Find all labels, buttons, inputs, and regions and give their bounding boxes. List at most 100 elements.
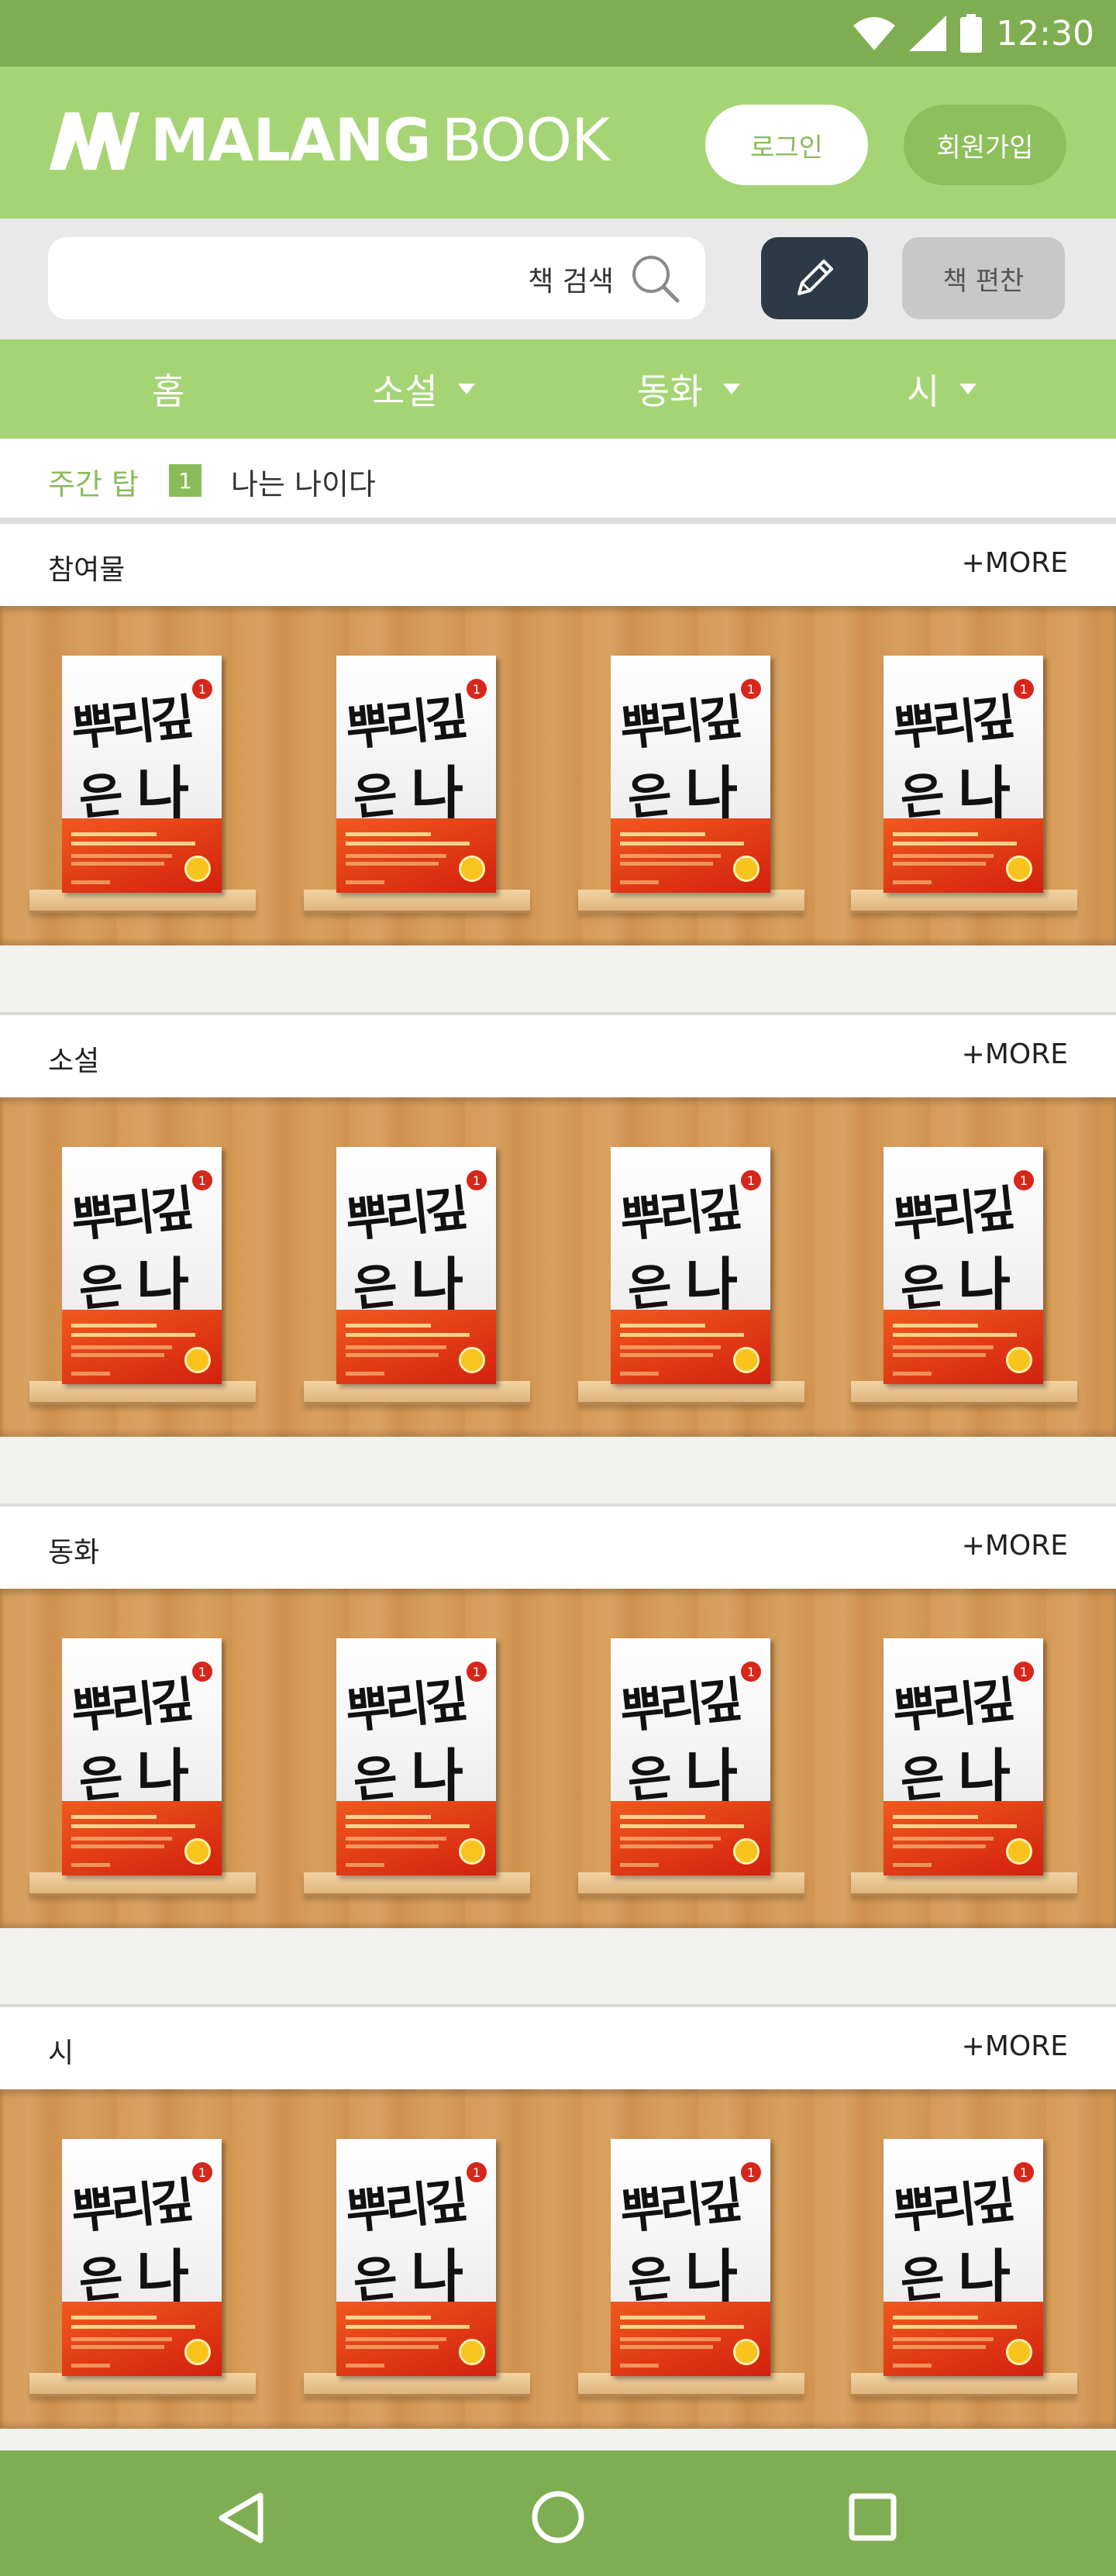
cover-text-line xyxy=(893,862,986,866)
book-volume-badge: 1 xyxy=(741,1170,761,1190)
nav-novel[interactable]: 소설 xyxy=(372,339,475,439)
cover-text-line xyxy=(346,832,431,836)
shelf-plank xyxy=(578,1381,804,1404)
book-cover-top: 뿌리깊은나무1 xyxy=(62,2139,222,2376)
shelf-plank xyxy=(304,1872,530,1896)
book-cover[interactable]: 뿌리깊은나무1 xyxy=(884,2139,1043,2376)
status-icons: 12:30 xyxy=(853,11,1094,56)
book-shelf: 뿌리깊은나무1 뿌리깊은나무1 뿌리깊은나무1 뿌리깊은나무1 xyxy=(0,1097,1116,1437)
book-cover-band xyxy=(611,1801,770,1875)
book-cover[interactable]: 뿌리깊은나무1 xyxy=(884,1147,1043,1384)
book-cover[interactable]: 뿌리깊은나무1 xyxy=(884,656,1043,893)
seal-icon xyxy=(1006,2339,1032,2365)
cover-text-line xyxy=(71,2325,195,2329)
weekly-rank-badge: 1 xyxy=(169,464,202,497)
book-cover[interactable]: 뿌리깊은나무1 xyxy=(611,656,770,893)
book-cover[interactable]: 뿌리깊은나무1 xyxy=(884,1638,1043,1875)
book-cover[interactable]: 뿌리깊은나무1 xyxy=(336,1638,496,1875)
book-volume-badge: 1 xyxy=(192,679,212,699)
cover-text-line xyxy=(346,854,446,858)
book-cover-band xyxy=(611,1310,770,1384)
seal-icon xyxy=(184,856,211,882)
nav-fairytale-label: 동화 xyxy=(637,370,703,412)
more-link[interactable]: +MORE xyxy=(962,2030,1068,2062)
search-label: 책 검색 xyxy=(528,266,614,298)
seal-icon xyxy=(459,856,485,882)
cover-text-line xyxy=(71,1815,157,1819)
status-bar: 12:30 xyxy=(0,0,1116,67)
cover-text-line xyxy=(893,2316,978,2319)
cover-text-line xyxy=(620,1837,721,1841)
seal-icon xyxy=(733,856,760,882)
seal-icon xyxy=(459,1838,485,1865)
search-input[interactable]: 책 검색 xyxy=(48,237,705,319)
cover-text-line xyxy=(893,854,994,858)
seal-icon xyxy=(1006,856,1032,882)
more-link[interactable]: +MORE xyxy=(962,547,1068,579)
cover-text-line xyxy=(71,2316,157,2319)
book-cover[interactable]: 뿌리깊은나무1 xyxy=(611,1638,770,1875)
book-cover-top: 뿌리깊은나무1 xyxy=(884,656,1043,893)
home-circle-icon[interactable] xyxy=(530,2489,586,2545)
book-shelf: 뿌리깊은나무1 뿌리깊은나무1 뿌리깊은나무1 뿌리깊은나무1 xyxy=(0,1589,1116,1928)
nav-poem[interactable]: 시 xyxy=(907,339,977,439)
book-cover-band xyxy=(336,2302,496,2376)
seal-icon xyxy=(459,2339,485,2365)
book-cover-band xyxy=(611,818,770,893)
shelf-plank xyxy=(29,890,256,913)
cover-text-line xyxy=(620,1844,713,1848)
book-cover[interactable]: 뿌리깊은나무1 xyxy=(611,1147,770,1384)
signup-button[interactable]: 회원가입 xyxy=(904,105,1066,185)
search-icon[interactable] xyxy=(628,251,682,305)
cover-text-line xyxy=(620,1353,713,1357)
cover-text-line xyxy=(346,1353,439,1357)
section-title: 시 xyxy=(48,2037,74,2069)
book-volume-badge: 1 xyxy=(1014,1170,1034,1190)
more-link[interactable]: +MORE xyxy=(962,1038,1068,1070)
weekly-top-title[interactable]: 나는 나이다 xyxy=(231,460,376,503)
book-cover-top: 뿌리깊은나무1 xyxy=(62,656,222,893)
book-cover-band xyxy=(62,818,222,893)
cover-text-line xyxy=(346,1815,431,1819)
book-cover[interactable]: 뿌리깊은나무1 xyxy=(336,1147,496,1384)
recents-square-icon[interactable] xyxy=(848,2492,897,2542)
login-button[interactable]: 로그인 xyxy=(705,105,868,185)
book-volume-badge: 1 xyxy=(467,2162,487,2182)
book-cover[interactable]: 뿌리깊은나무1 xyxy=(62,1638,222,1875)
malang-logo[interactable]: MALANG BOOK xyxy=(48,105,610,175)
more-link[interactable]: +MORE xyxy=(962,1530,1068,1562)
book-cover[interactable]: 뿌리깊은나무1 xyxy=(336,656,496,893)
book-cover-band xyxy=(884,1801,1043,1875)
book-cover-top: 뿌리깊은나무1 xyxy=(884,2139,1043,2376)
book-volume-badge: 1 xyxy=(741,1662,761,1682)
cover-text-line xyxy=(893,1372,932,1376)
back-triangle-icon[interactable] xyxy=(217,2491,267,2545)
signal-icon xyxy=(909,15,947,51)
nav-home[interactable]: 홈 xyxy=(152,339,184,439)
book-cover-band xyxy=(611,2302,770,2376)
cover-text-line xyxy=(346,880,384,884)
book-cover-band xyxy=(884,2302,1043,2376)
system-nav-bar xyxy=(0,2450,1116,2576)
book-cover[interactable]: 뿌리깊은나무1 xyxy=(62,656,222,893)
book-cover[interactable]: 뿌리깊은나무1 xyxy=(62,2139,222,2376)
write-button[interactable] xyxy=(761,237,868,319)
book-cover-top: 뿌리깊은나무1 xyxy=(336,656,496,893)
book-cover[interactable]: 뿌리깊은나무1 xyxy=(336,2139,496,2376)
book-cover[interactable]: 뿌리깊은나무1 xyxy=(611,2139,770,2376)
cover-text-line xyxy=(893,1837,994,1841)
cover-text-line xyxy=(71,854,172,858)
seal-icon xyxy=(733,1838,760,1865)
cover-text-line xyxy=(620,2337,721,2341)
compile-book-button[interactable]: 책 편찬 xyxy=(902,237,1065,319)
book-cover[interactable]: 뿌리깊은나무1 xyxy=(62,1147,222,1384)
book-cover-top: 뿌리깊은나무1 xyxy=(611,2139,770,2376)
cover-text-line xyxy=(893,1844,986,1848)
cover-text-line xyxy=(346,1824,470,1828)
cover-text-line xyxy=(71,1324,157,1328)
cover-text-line xyxy=(346,862,439,866)
nav-fairytale[interactable]: 동화 xyxy=(637,339,740,439)
cover-text-line xyxy=(71,2337,172,2341)
seal-icon xyxy=(184,1347,211,1373)
book-cover-top: 뿌리깊은나무1 xyxy=(336,1638,496,1875)
